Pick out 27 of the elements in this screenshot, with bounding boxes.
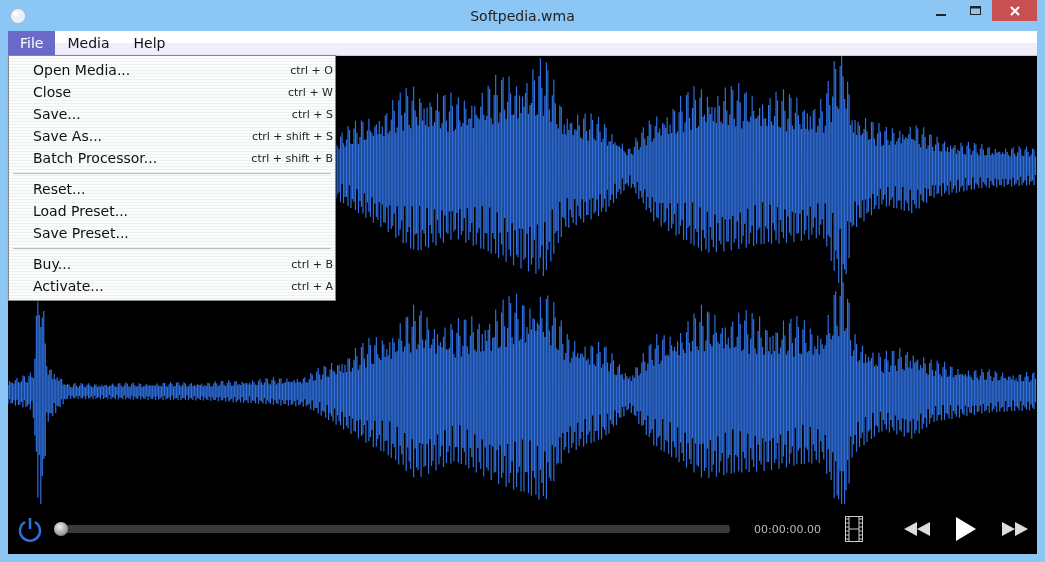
menu-entry[interactable]: Buy... ctrl + B	[9, 253, 335, 275]
close-icon	[1009, 5, 1020, 16]
play-icon[interactable]	[955, 516, 977, 542]
power-icon[interactable]	[16, 515, 44, 543]
time-display: 00:00:00.00	[754, 522, 821, 536]
menu-entry[interactable]: Batch Processor... ctrl + shift + B	[9, 147, 335, 169]
seek-thumb[interactable]	[54, 522, 68, 536]
maximize-icon	[969, 5, 981, 16]
menu-entry[interactable]: Save Preset...	[9, 222, 335, 244]
menu-item[interactable]: Help	[121, 31, 178, 55]
seek-slider[interactable]	[54, 522, 731, 536]
menu-item[interactable]: File	[8, 31, 56, 55]
minimize-icon	[936, 13, 946, 16]
menu-entry[interactable]: Reset...	[9, 178, 335, 200]
fast-forward-icon[interactable]	[1001, 521, 1029, 537]
rewind-icon[interactable]	[903, 521, 931, 537]
menu-item[interactable]: Media	[55, 31, 122, 55]
menu-entry[interactable]: Save As... ctrl + shift + S	[9, 125, 335, 147]
film-icon[interactable]	[845, 516, 863, 542]
menu-entry[interactable]: Activate... ctrl + A	[9, 275, 335, 297]
menu-entry[interactable]: Close ctrl + W	[9, 81, 335, 103]
close-button[interactable]	[992, 0, 1037, 21]
menu-entry[interactable]: Open Media... ctrl + O	[9, 59, 335, 81]
window-title: Softpedia.wma	[470, 7, 575, 24]
menu-entry[interactable]: Save... ctrl + S	[9, 103, 335, 125]
menu-entry[interactable]: Load Preset...	[9, 200, 335, 222]
app-icon	[10, 7, 26, 24]
